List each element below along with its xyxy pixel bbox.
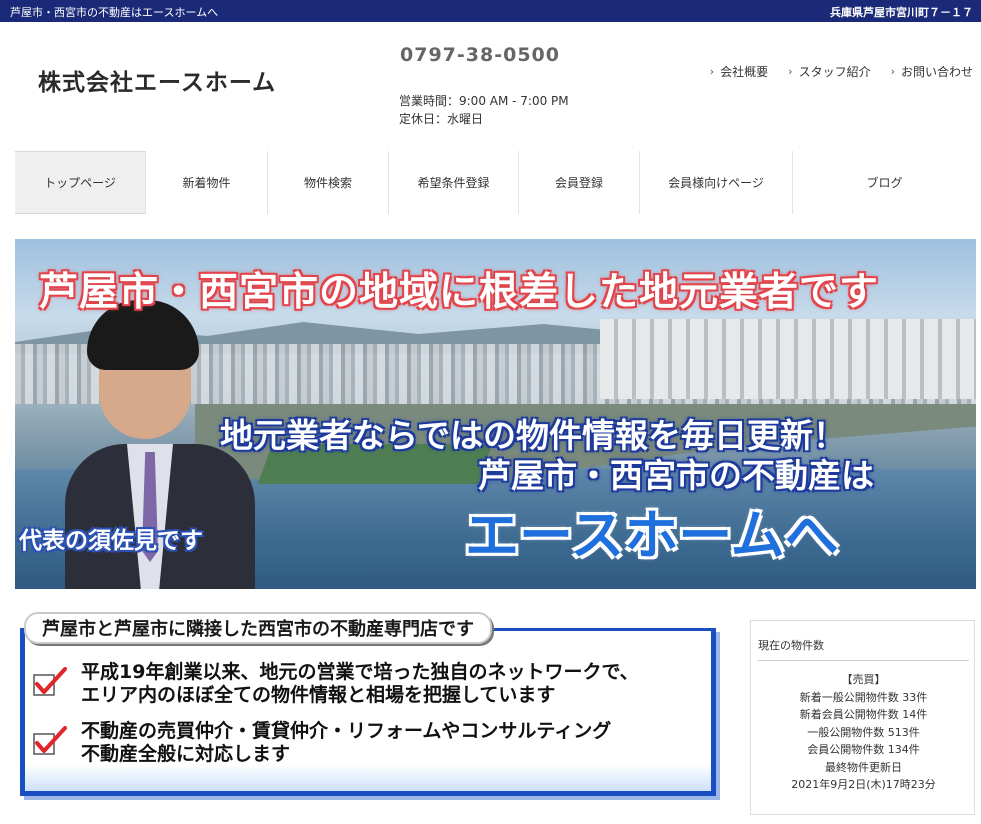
panel-title: 現在の物件数	[758, 639, 824, 652]
phone-number[interactable]: 0797-38-0500	[400, 44, 560, 66]
feature-point-line: エリア内のほぼ全ての物件情報と相場を把握しています	[81, 684, 556, 706]
hero-rep-caption: 代表の須佐見です	[19, 528, 203, 554]
stat-category: 【売買】	[841, 673, 886, 686]
business-hours: 営業時間：9:00 AM - 7:00 PM 定休日：水曜日	[399, 92, 569, 128]
closed-day-text: 定休日：水曜日	[399, 112, 484, 126]
link-staff[interactable]: › スタッフ紹介	[788, 63, 870, 80]
stat-updated-value: 2021年9月2日(木)17時23分	[791, 778, 936, 791]
stat-member[interactable]: 会員公開物件数 134件	[751, 741, 976, 759]
link-contact[interactable]: › お問い合わせ	[891, 63, 973, 80]
hero-towers	[600, 319, 976, 399]
feature-point-line: 不動産の売買仲介・賃貸仲介・リフォームやコンサルティング	[81, 720, 612, 742]
company-address: 兵庫県芦屋市宮川町７－１７	[830, 6, 973, 19]
main-nav: トップページ 新着物件 物件検索 希望条件登録 会員登録 会員様向けページ ブロ…	[15, 151, 976, 214]
hero-headline: 芦屋市・西宮市の地域に根差した地元業者です	[39, 270, 880, 315]
stat-updated-label: 最終物件更新日	[825, 760, 902, 774]
hero-line-2: 芦屋市・西宮市の不動産は	[478, 456, 874, 495]
stat-new-public[interactable]: 新着一般公開物件数 33件	[751, 689, 976, 707]
stat-new-member[interactable]: 新着会員公開物件数 14件	[751, 706, 976, 724]
nav-item-top[interactable]: トップページ	[15, 151, 146, 214]
feature-point-line: 不動産全般に対応します	[81, 743, 291, 765]
listing-count-panel: 現在の物件数 【売買】 新着一般公開物件数 33件 新着会員公開物件数 14件 …	[750, 620, 975, 815]
nav-item-search[interactable]: 物件検索	[268, 151, 389, 214]
nav-item-new-listings[interactable]: 新着物件	[146, 151, 268, 214]
stat-public[interactable]: 一般公開物件数 513件	[751, 724, 976, 742]
listing-stats: 【売買】 新着一般公開物件数 33件 新着会員公開物件数 14件 一般公開物件数…	[751, 671, 976, 794]
chevron-right-icon: ›	[788, 65, 793, 78]
nav-item-wishlist[interactable]: 希望条件登録	[389, 151, 519, 214]
feature-title: 芦屋市と芦屋市に隣接した西宮市の不動産専門店です	[24, 612, 492, 644]
link-company-profile[interactable]: › 会社概要	[710, 63, 768, 80]
company-logo[interactable]: 株式会社エースホーム	[38, 63, 276, 97]
hero-brand: エースホームへ	[465, 504, 839, 567]
feature-box: 平成19年創業以来、地元の営業で培った独自のネットワークで、 エリア内のほぼ全て…	[20, 628, 716, 796]
top-bar: 芦屋市・西宮市の不動産はエースホームへ 兵庫県芦屋市宮川町７－１７	[0, 0, 981, 22]
chevron-right-icon: ›	[890, 65, 895, 78]
link-label: 会社概要	[720, 65, 769, 79]
nav-item-members[interactable]: 会員様向けページ	[640, 151, 793, 214]
hours-text: 営業時間：9:00 AM - 7:00 PM	[399, 94, 569, 108]
link-label: スタッフ紹介	[798, 65, 871, 79]
feature-point-line: 平成19年創業以来、地元の営業で培った独自のネットワークで、	[81, 661, 639, 683]
checkmark-icon	[33, 667, 67, 696]
hero-banner: 芦屋市・西宮市の地域に根差した地元業者です 地元業者ならではの物件情報を毎日更新…	[15, 239, 976, 589]
link-label: お問い合わせ	[900, 65, 973, 79]
feature-point: 平成19年創業以来、地元の営業で培った独自のネットワークで、 エリア内のほぼ全て…	[33, 661, 639, 707]
divider	[758, 660, 969, 661]
nav-item-register[interactable]: 会員登録	[519, 151, 640, 214]
checkmark-icon	[33, 726, 67, 755]
feature-point: 不動産の売買仲介・賃貸仲介・リフォームやコンサルティング 不動産全般に対応します	[33, 720, 611, 766]
site-tagline: 芦屋市・西宮市の不動産はエースホームへ	[10, 6, 219, 19]
nav-item-blog[interactable]: ブログ	[793, 151, 976, 214]
header-links: › 会社概要 › スタッフ紹介 › お問い合わせ	[710, 63, 973, 80]
chevron-right-icon: ›	[709, 65, 715, 78]
